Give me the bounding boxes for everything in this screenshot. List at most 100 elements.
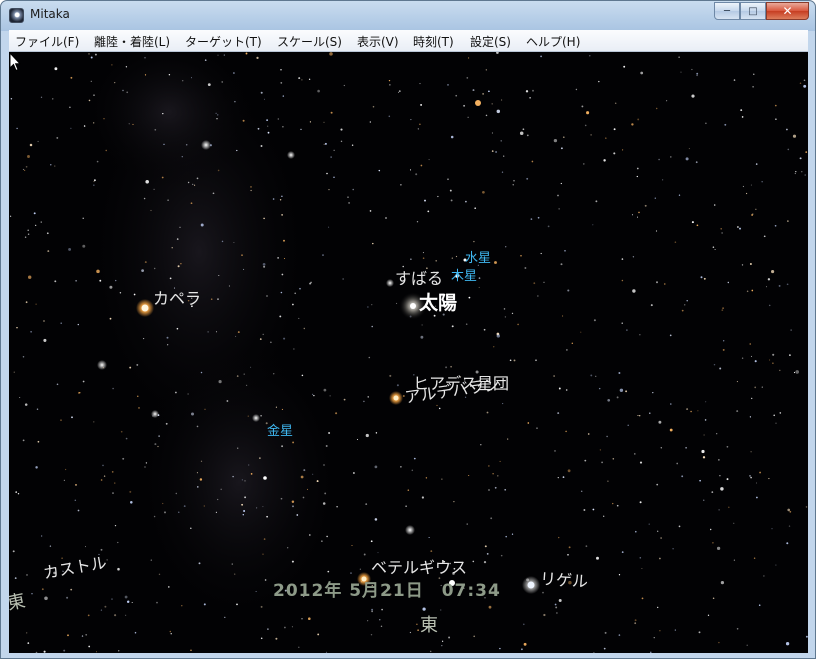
background-star [607,480,609,483]
background-star [701,449,705,454]
background-star [746,192,748,195]
background-star [356,438,359,441]
window-title: Mitaka [30,7,70,21]
mitaka-app-icon[interactable] [9,8,24,23]
background-star [473,240,475,243]
venus-point[interactable] [263,476,267,480]
background-star [704,419,707,421]
background-star [417,128,419,130]
label-jupiter[interactable]: 木星 [451,265,477,284]
menu-time[interactable]: 時刻(T) [413,33,454,50]
background-star [562,476,565,478]
label-betelgeuse[interactable]: ベテルギウス [371,554,467,578]
background-star [636,216,639,218]
close-button[interactable]: ✕ [766,2,809,20]
background-star [713,363,716,366]
background-star [129,366,132,369]
background-star [659,630,661,632]
menu-scale[interactable]: スケール(S) [277,33,342,50]
label-capella[interactable]: カペラ [153,285,201,309]
background-star [557,476,559,479]
background-star [367,306,369,308]
background-star [75,280,77,282]
menu-settings[interactable]: 設定(S) [470,33,511,50]
background-star [281,273,284,276]
background-star [340,128,343,131]
label-rigel[interactable]: リゲル [539,565,589,592]
background-star [35,303,37,305]
title-bar[interactable]: Mitaka ─ □ ✕ [1,1,815,29]
background-star [90,80,92,82]
background-star [311,393,314,396]
background-star [575,88,578,91]
background-star [586,111,590,115]
compass-direction-bottom: 東 [420,615,438,636]
background-star [143,338,145,340]
background-star [308,534,311,536]
background-star [711,491,714,493]
maximize-button[interactable]: □ [740,2,766,20]
background-star [416,623,418,626]
background-star [557,194,559,197]
background-star [129,490,132,493]
label-venus[interactable]: 金星 [267,420,293,439]
background-star [421,496,425,499]
menu-help[interactable]: ヘルプ(H) [526,33,580,50]
background-star [82,380,85,383]
background-star [137,395,139,397]
background-star [678,525,681,528]
background-star [250,186,252,188]
background-star [605,137,607,139]
background-star [371,608,374,611]
background-star [40,221,42,223]
background-star [721,309,724,311]
background-star [144,56,146,59]
menu-file[interactable]: ファイル(F) [15,33,79,50]
background-star [703,499,705,501]
sky-view[interactable]: 水星 すばる 木星 太陽 カペラ ヒアデス星団 アルデバラン 金星 カストル ベ… [9,52,808,653]
background-star [595,200,598,203]
background-star [466,77,469,79]
background-star [613,152,616,155]
background-star [420,103,423,106]
background-star [272,198,275,200]
background-star [328,188,330,191]
background-star [482,190,485,194]
background-star [733,79,736,81]
background-star [558,208,560,210]
background-star [351,144,354,147]
background-star [520,254,522,257]
background-star [22,439,25,442]
background-star [16,127,18,130]
background-star [612,502,614,505]
background-star [64,468,67,471]
background-star [794,172,796,175]
menu-takeoff-landing[interactable]: 離陸・着陸(L) [94,33,170,50]
background-star [733,559,736,561]
background-star [385,217,387,219]
background-star [236,149,238,152]
background-star [631,214,634,216]
label-sun[interactable]: 太陽 [419,288,457,315]
minimize-button[interactable]: ─ [714,2,740,20]
subaru-cluster[interactable] [386,279,394,287]
background-star [263,217,265,220]
time-text: 07:34 [441,581,501,601]
background-star [198,562,201,565]
rigel-star-core [527,581,535,589]
background-star [379,619,381,621]
background-star [547,225,550,228]
background-star [411,469,414,472]
background-star [141,269,144,272]
background-star [196,425,199,428]
menu-view[interactable]: 表示(V) [357,33,399,50]
label-subaru[interactable]: すばる [395,265,443,289]
menu-target[interactable]: ターゲット(T) [185,33,262,50]
background-star [736,627,739,630]
background-star [566,349,568,351]
background-star [217,298,219,300]
background-star [585,545,588,548]
label-mercury[interactable]: 水星 [465,247,491,266]
background-star [71,416,73,419]
background-star [718,509,720,511]
